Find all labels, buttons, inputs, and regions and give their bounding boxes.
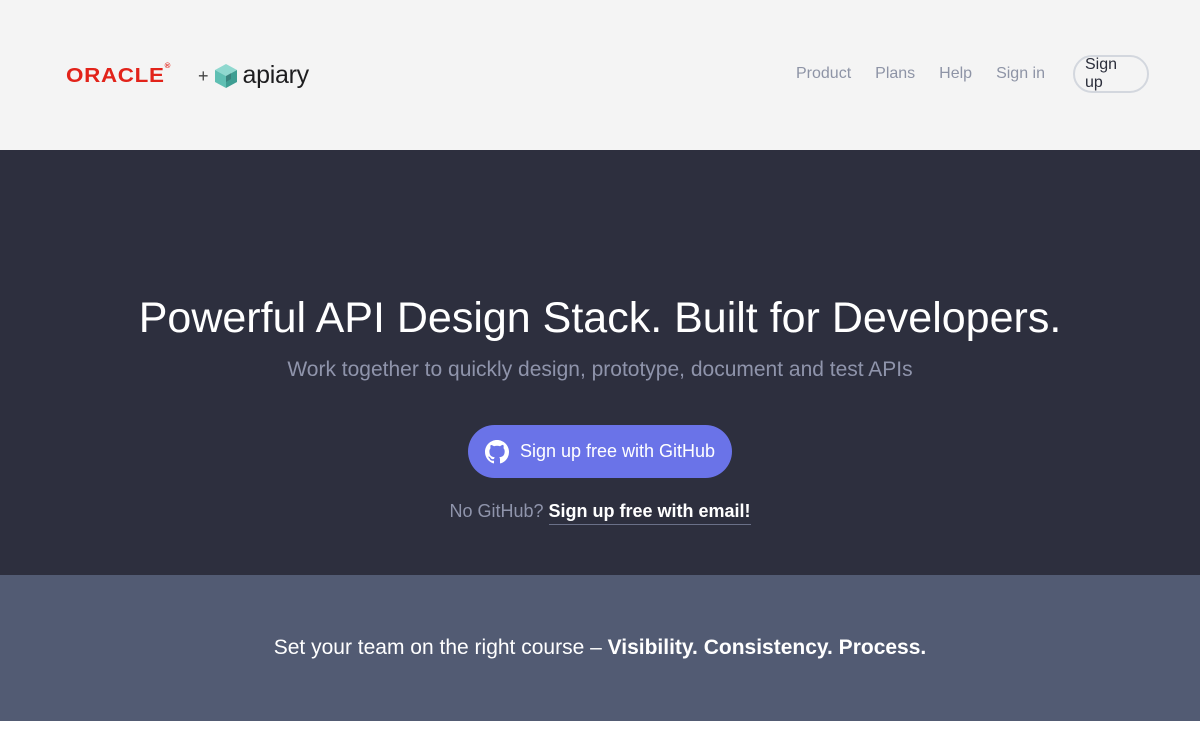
main-nav: Product Plans Help Sign in Sign up <box>796 55 1149 93</box>
hero-title: Powerful API Design Stack. Built for Dev… <box>138 294 1062 342</box>
oracle-logo-text: ORACLE <box>66 64 165 87</box>
nav-plans[interactable]: Plans <box>875 65 915 83</box>
site-header: ORACLE® + apiary Product Plans Help Sign… <box>0 0 1200 150</box>
nav-help[interactable]: Help <box>939 65 972 83</box>
oracle-logo: ORACLE® <box>66 62 209 88</box>
tagline-prefix: Set your team on the right course – <box>273 636 602 659</box>
no-github-text: No GitHub? <box>449 501 544 521</box>
email-signup-line: No GitHub? Sign up free with email! <box>0 500 1200 525</box>
nav-sign-in[interactable]: Sign in <box>996 65 1045 83</box>
github-signup-button[interactable]: Sign up free with GitHub <box>468 425 732 478</box>
nav-product[interactable]: Product <box>796 65 851 83</box>
hero-subtitle: Work together to quickly design, prototy… <box>287 358 913 381</box>
email-signup-link[interactable]: Sign up free with email! <box>548 501 751 525</box>
tagline-band: Set your team on the right course – Visi… <box>0 575 1200 721</box>
apiary-cube-icon <box>214 63 238 89</box>
github-icon <box>484 439 509 464</box>
github-signup-label: Sign up free with GitHub <box>519 441 716 461</box>
tagline-strong: Visibility. Consistency. Process. <box>607 636 927 659</box>
sign-up-button[interactable]: Sign up <box>1073 55 1149 93</box>
apiary-logo-text: apiary <box>242 60 310 89</box>
hero-section: Powerful API Design Stack. Built for Dev… <box>0 150 1200 575</box>
brand-logo[interactable]: ORACLE® + apiary <box>66 58 309 94</box>
registered-mark: ® <box>164 62 172 70</box>
tagline: Set your team on the right course – Visi… <box>0 635 1200 661</box>
